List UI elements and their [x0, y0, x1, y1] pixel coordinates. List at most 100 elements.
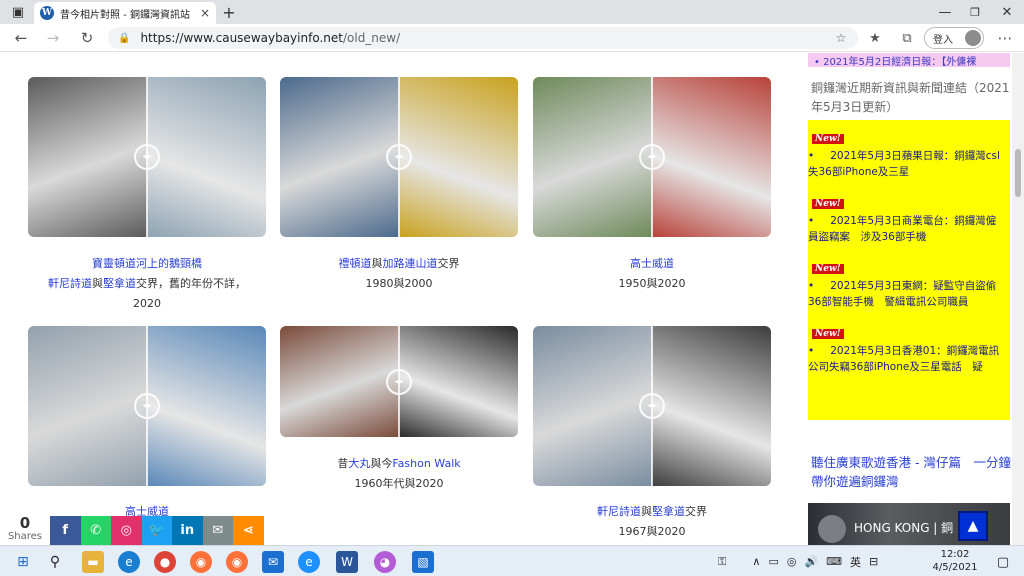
news-link[interactable]: 2021年5月3日東網：疑監守自盜偷 [830, 280, 996, 292]
search-icon[interactable]: ⚲ [44, 551, 66, 573]
keyboard-icon[interactable]: ⌨ [826, 555, 842, 568]
volume-icon[interactable]: 🔊 [804, 555, 818, 568]
previous-news-item[interactable]: • 2021年5月2日經濟日報：【外傭裸 [808, 53, 1010, 67]
page-scrollbar[interactable] [1012, 53, 1024, 545]
show-hidden-icons[interactable]: ∧ [752, 555, 760, 568]
news-link-line2[interactable]: 36部智能手機 警緝電訊公司職員 [808, 294, 1010, 310]
news-link[interactable]: 2021年5月3日香港01：銅鑼灣電訊 [830, 345, 999, 357]
twitter-share-button[interactable]: 🐦 [141, 516, 172, 545]
address-bar[interactable]: 🔒 https://www.causewaybayinfo.net/old_ne… [108, 27, 858, 49]
new-badge: New! [812, 134, 844, 144]
word-icon[interactable]: W [336, 551, 358, 573]
news-link-line2[interactable]: 員盜竊案 涉及36部手機 [808, 229, 1010, 245]
minimize-button[interactable]: — [930, 0, 960, 24]
collections-icon[interactable]: ⧉ [894, 24, 920, 52]
before-after-slider[interactable]: ◂▸ [533, 326, 771, 486]
caption-text: 與今 [370, 457, 393, 470]
news-item[interactable]: New! • 2021年5月3日商業電台：銅鑼灣僱 員盜竊案 涉及36部手機 [808, 195, 1010, 245]
caption-link[interactable]: 堅拿道 [103, 277, 136, 290]
start-windows-icon[interactable]: ⊞ [12, 551, 34, 573]
old-photo [28, 77, 147, 237]
chrome-icon[interactable]: ● [154, 551, 176, 573]
more-menu-icon[interactable]: ⋯ [992, 24, 1018, 52]
mail-icon[interactable]: ✉ [262, 551, 284, 573]
caption-link[interactable]: 禮頓道 [339, 257, 372, 270]
new-tab-button[interactable]: + [218, 0, 240, 24]
windows-taskbar: ⊞ ⚲ ▬ e ● ◉ ◉ ✉ e W ◕ ▧ ⚿ ∧ ▭ ◎ 🔊 ⌨ 英 ⊟ … [0, 545, 1024, 576]
firefox-dev-icon[interactable]: ◉ [226, 551, 248, 573]
caption-link[interactable]: 大丸 [348, 457, 370, 470]
location-icon[interactable]: ◎ [787, 555, 797, 568]
before-after-slider[interactable]: ◂▸ [280, 77, 518, 237]
old-photo [28, 326, 147, 486]
video-thumbnail[interactable]: HONG KONG | 銅 ▲ [808, 503, 1010, 545]
scroll-to-top-button[interactable]: ▲ [958, 511, 988, 541]
slider-handle-icon[interactable]: ◂▸ [639, 144, 665, 170]
news-item[interactable]: New! • 2021年5月3日東網：疑監守自盜偷 36部智能手機 警緝電訊公司職… [808, 260, 1010, 310]
news-link[interactable]: 2021年5月3日蘋果日報：銅鑼灣csl [830, 150, 1000, 162]
sign-in-button[interactable]: 登入 [924, 27, 984, 49]
slider-handle-icon[interactable]: ◂▸ [386, 144, 412, 170]
caption-link[interactable]: 高士威道 [630, 257, 674, 270]
forward-arrow-icon[interactable]: → [40, 24, 66, 52]
caption-link[interactable]: Fashon Walk [392, 457, 460, 470]
before-after-slider[interactable]: ◂▸ [28, 326, 266, 486]
news-link-line2[interactable]: 公司失竊36部iPhone及三星電話 疑 [808, 359, 1010, 375]
email-share-button[interactable]: ✉ [202, 516, 233, 545]
news-link[interactable]: 2021年5月3日商業電台：銅鑼灣僱 [830, 215, 996, 227]
sign-in-label: 登入 [933, 34, 953, 46]
caption-text: 交界，舊的年份不詳， [136, 277, 246, 290]
slider-handle-icon[interactable]: ◂▸ [134, 144, 160, 170]
caption-link[interactable]: 軒尼詩道 [48, 277, 92, 290]
caption-link[interactable]: 軒尼詩道 [597, 505, 641, 518]
news-item[interactable]: New! • 2021年5月3日香港01：銅鑼灣電訊 公司失竊36部iPhone及… [808, 325, 1010, 375]
before-after-slider[interactable]: ◂▸ [533, 77, 771, 237]
back-arrow-icon[interactable]: ← [8, 24, 34, 52]
input-mode-icon[interactable]: ⊟ [869, 555, 878, 568]
tab-close-icon[interactable]: × [200, 6, 210, 20]
caption-link[interactable]: 加路連山道 [383, 257, 438, 270]
scrollbar-thumb[interactable] [1015, 149, 1021, 197]
avatar [965, 30, 981, 46]
taskbar-clock[interactable]: 12:02 4/5/2021 [930, 548, 980, 574]
new-badge: New! [812, 329, 844, 339]
news-link-line2[interactable]: 失36部iPhone及三星 [808, 164, 1010, 180]
restore-button[interactable]: ❐ [960, 0, 990, 24]
caption-text: 1950與2020 [618, 277, 686, 290]
song-tour-link[interactable]: 聽住廣東歌遊香港 - 灣仔篇 一分鐘帶你遊遍銅鑼灣 [811, 453, 1011, 491]
old-new-gallery: ◂▸ 寶靈頓道河上的鵝頸橋 軒尼詩道與堅拿道交界，舊的年份不詳， 2020 ◂▸ 禮… [0, 53, 790, 545]
caption-link[interactable]: 堅拿道 [652, 505, 685, 518]
edge-browser-icon[interactable]: e [118, 551, 140, 573]
file-explorer-icon[interactable]: ▬ [82, 551, 104, 573]
before-after-slider[interactable]: ◂▸ [280, 326, 518, 437]
new-photo [399, 77, 518, 237]
refresh-icon[interactable]: ↻ [74, 24, 100, 52]
facebook-share-button[interactable]: f [50, 516, 81, 545]
ime-indicator[interactable]: 英 [850, 554, 861, 570]
photo-viewer-icon[interactable]: ▧ [412, 551, 434, 573]
caption-link[interactable]: 寶靈頓道河上的鵝頸橋 [92, 257, 202, 270]
slider-handle-icon[interactable]: ◂▸ [639, 393, 665, 419]
slider-handle-icon[interactable]: ◂▸ [386, 368, 412, 395]
whatsapp-share-button[interactable]: ✆ [80, 516, 111, 545]
browser-tab[interactable]: W 昔今相片對照 - 銅鑼灣資訊站 × [34, 2, 216, 24]
network-icon[interactable]: ▭ [768, 555, 778, 568]
firefox-icon[interactable]: ◉ [190, 551, 212, 573]
photos-app-icon[interactable]: ◕ [374, 551, 396, 573]
clock-date: 4/5/2021 [932, 562, 978, 573]
internet-explorer-icon[interactable]: e [298, 551, 320, 573]
before-after-slider[interactable]: ◂▸ [28, 77, 266, 237]
instagram-share-button[interactable]: ◎ [111, 516, 142, 545]
caption-line: 1960年代與2020 [269, 474, 529, 494]
favorites-icon[interactable]: ★ [862, 24, 888, 52]
notifications-icon[interactable]: ▢ [992, 551, 1014, 573]
tray-app-icon[interactable]: ⚿ [718, 555, 726, 569]
close-window-button[interactable]: ✕ [992, 0, 1022, 24]
add-favorite-icon[interactable]: ☆ [828, 24, 854, 52]
news-item[interactable]: New! • 2021年5月3日蘋果日報：銅鑼灣csl 失36部iPhone及三星 [808, 130, 1010, 180]
slider-handle-icon[interactable]: ◂▸ [134, 393, 160, 419]
url-host: https://www.causewaybayinfo.net [140, 31, 343, 45]
linkedin-share-button[interactable]: in [172, 516, 203, 545]
more-share-button[interactable]: ⋖ [233, 516, 264, 545]
tab-actions-icon[interactable]: ▣ [6, 0, 30, 24]
